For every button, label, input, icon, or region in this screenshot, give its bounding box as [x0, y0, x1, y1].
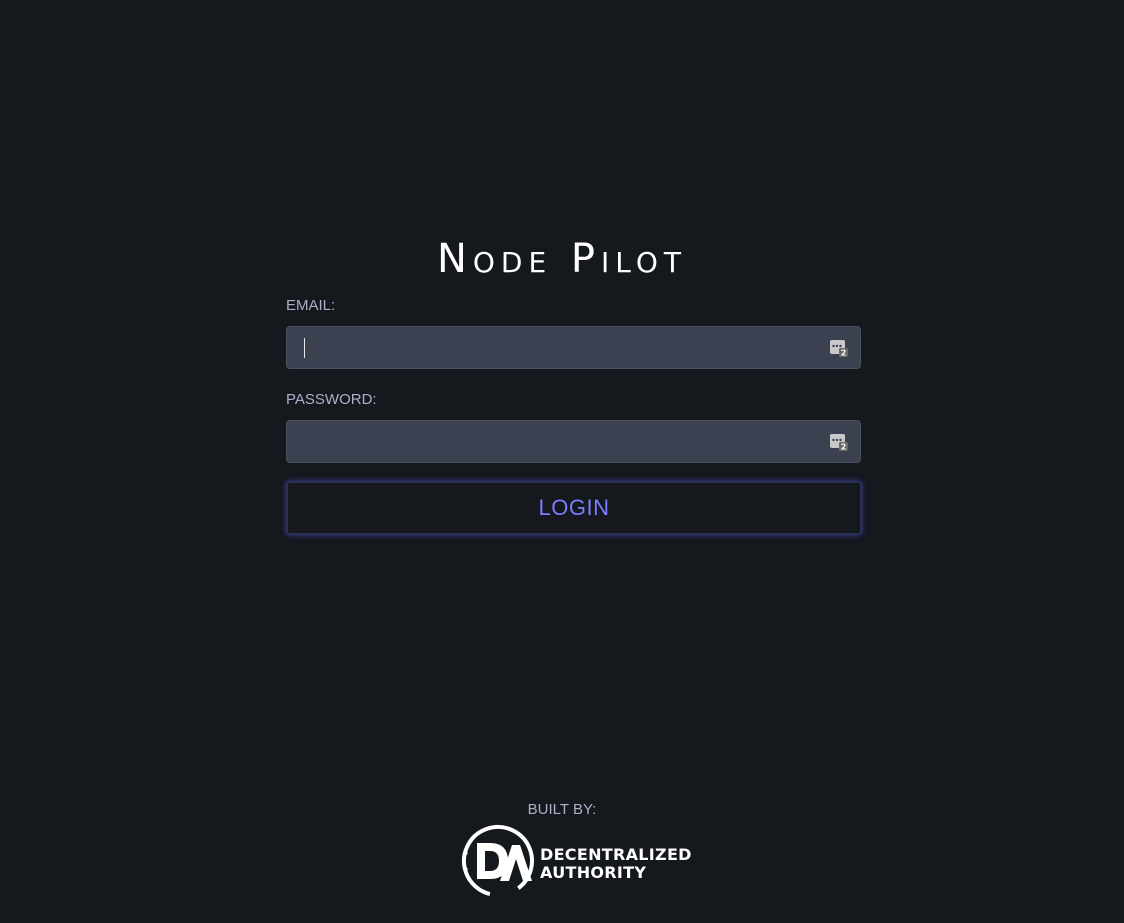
svg-text:2: 2 [841, 349, 847, 358]
email-label: EMAIL: [286, 297, 336, 314]
password-manager-icon[interactable]: 2 [830, 433, 848, 451]
login-button[interactable]: LOGIN [286, 481, 862, 535]
password-field-wrapper: 2 [286, 420, 861, 463]
password-field[interactable] [287, 421, 860, 462]
login-form: EMAIL: 2 PASSWORD: 2 LOGIN [286, 296, 862, 535]
brand-name: DECENTRALIZED AUTHORITY [540, 846, 692, 882]
built-by-label: BUILT BY: [527, 801, 597, 818]
app-title: Node Pilot [436, 236, 688, 282]
login-page: Node Pilot EMAIL: 2 PASSWORD: 2 LOGIN BU… [0, 0, 1124, 923]
brand-line-1: DECENTRALIZED [540, 845, 692, 864]
svg-text:2: 2 [841, 443, 847, 452]
email-field-wrapper: 2 [286, 326, 861, 369]
text-caret [304, 338, 305, 358]
brand-line-2: AUTHORITY [540, 863, 647, 882]
email-field[interactable] [287, 327, 860, 368]
password-label: PASSWORD: [286, 391, 377, 408]
password-manager-icon[interactable]: 2 [830, 339, 848, 357]
